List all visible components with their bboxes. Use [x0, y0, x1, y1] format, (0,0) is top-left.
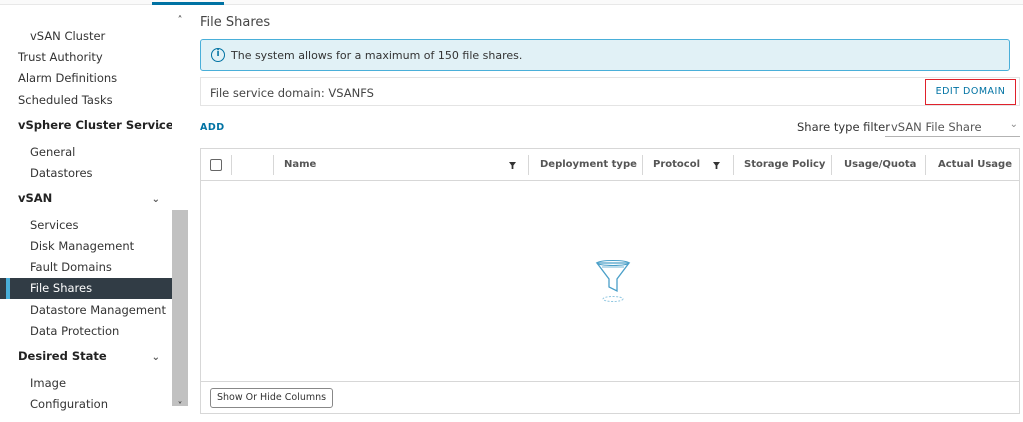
column-separator: [831, 155, 832, 175]
alert-text: The system allows for a maximum of 150 f…: [231, 49, 523, 62]
select-all-checkbox[interactable]: [210, 159, 222, 171]
chevron-up-icon[interactable]: ˄: [175, 16, 185, 26]
column-separator: [528, 155, 529, 175]
share-type-filter-select[interactable]: vSAN File Share ⌄: [885, 117, 1020, 137]
column-header-name[interactable]: Name: [284, 149, 316, 181]
sidebar-section-desired-state[interactable]: Desired State ⌄: [0, 346, 172, 367]
share-type-filter-label: Share type filter: [797, 120, 890, 134]
column-header-usage-quota[interactable]: Usage/Quota: [844, 149, 916, 181]
column-separator: [642, 155, 643, 175]
sidebar-item-label: Trust Authority: [18, 50, 103, 64]
scrollbar-thumb[interactable]: [172, 210, 188, 406]
sidebar-item-label: Image: [30, 376, 67, 390]
file-service-domain-bar: File service domain: VSANFS EDIT DOMAIN: [200, 77, 1020, 106]
column-separator: [273, 155, 274, 175]
sidebar-item-label: Services: [30, 218, 79, 232]
sidebar-section-vsan[interactable]: vSAN ⌄: [0, 188, 172, 209]
sidebar-item-label: Datastores: [30, 166, 93, 180]
column-header-actual-usage[interactable]: Actual Usage: [938, 149, 1012, 181]
sidebar-item-general[interactable]: General: [0, 142, 172, 163]
grid-header: Name Deployment type Protocol Storage Po…: [201, 149, 1019, 181]
info-icon: i: [211, 48, 225, 62]
sidebar-item-configuration[interactable]: Configuration: [0, 394, 172, 415]
sidebar-item-label: Data Protection: [30, 324, 120, 338]
sidebar-item-datastore-management[interactable]: Datastore Management: [0, 300, 172, 321]
info-alert: i The system allows for a maximum of 150…: [200, 39, 1010, 71]
column-header-protocol[interactable]: Protocol: [653, 149, 700, 181]
column-separator: [925, 155, 926, 175]
chevron-down-icon: ⌄: [151, 352, 160, 363]
sidebar-item-label: General: [30, 145, 76, 159]
filter-icon[interactable]: [713, 162, 720, 169]
sidebar-item-label: vSAN Cluster: [30, 29, 106, 43]
chevron-down-icon: ⌄: [151, 194, 160, 205]
sidebar-item-label: Fault Domains: [30, 260, 112, 274]
column-separator: [733, 155, 734, 175]
sidebar-section-vsphere-cluster-service[interactable]: vSphere Cluster Service ⌄: [0, 115, 172, 136]
sidebar-item-label: Configuration: [30, 397, 108, 411]
sidebar-item-services[interactable]: Services: [0, 215, 172, 236]
chevron-down-icon: ⌄: [1009, 119, 1018, 130]
sidebar-item-fault-domains[interactable]: Fault Domains: [0, 257, 172, 278]
sidebar-item-datastores[interactable]: Datastores: [0, 163, 172, 184]
sidebar-item-label: Datastore Management: [30, 303, 166, 317]
filter-icon[interactable]: [509, 162, 516, 169]
file-shares-grid: Name Deployment type Protocol Storage Po…: [200, 148, 1020, 414]
chevron-down-icon[interactable]: ˅: [175, 402, 185, 412]
empty-filter-icon: [595, 259, 631, 302]
column-header-storage-policy[interactable]: Storage Policy: [744, 149, 825, 181]
add-button[interactable]: ADD: [200, 122, 225, 133]
sidebar-partial-item: —: [30, 6, 70, 10]
sidebar-item-alarm-definitions[interactable]: Alarm Definitions: [0, 68, 172, 89]
show-hide-columns-button[interactable]: Show Or Hide Columns: [210, 388, 334, 408]
sidebar-section-label: Desired State: [18, 349, 107, 363]
sidebar-section-label: vSphere Cluster Service: [18, 118, 172, 132]
column-header-deployment-type[interactable]: Deployment type: [540, 149, 637, 181]
sidebar-item-label: File Shares: [30, 281, 93, 295]
sidebar-item-file-shares[interactable]: File Shares: [0, 278, 172, 299]
sidebar-nav: — vSAN Cluster Trust Authority Alarm Def…: [0, 6, 172, 422]
filter-selected-value: vSAN File Share: [891, 120, 982, 134]
sidebar-item-label: Disk Management: [30, 239, 135, 253]
grid-footer: Show Or Hide Columns: [201, 381, 1019, 413]
sidebar-section-label: vSAN: [18, 191, 53, 205]
sidebar-item-scheduled-tasks[interactable]: Scheduled Tasks: [0, 90, 172, 111]
sidebar-item-label: Scheduled Tasks: [18, 93, 113, 107]
sidebar-item-trust-authority[interactable]: Trust Authority: [0, 47, 172, 68]
chevron-down-icon: ⌄: [154, 121, 163, 132]
main-panel: File Shares i The system allows for a ma…: [188, 6, 1023, 422]
active-tab-indicator: [152, 2, 224, 5]
sidebar-item-vsan-cluster[interactable]: vSAN Cluster: [0, 26, 172, 47]
sidebar-scrollbar[interactable]: ˄ ˅: [172, 6, 188, 416]
sidebar-item-label: Alarm Definitions: [18, 71, 118, 85]
page-title: File Shares: [200, 15, 271, 30]
domain-text: File service domain: VSANFS: [210, 86, 374, 100]
sidebar-item-disk-management[interactable]: Disk Management: [0, 236, 172, 257]
edit-domain-button[interactable]: EDIT DOMAIN: [925, 79, 1016, 105]
column-separator: [231, 155, 232, 175]
sidebar-item-image[interactable]: Image: [0, 373, 172, 394]
sidebar-item-data-protection[interactable]: Data Protection: [0, 321, 172, 342]
